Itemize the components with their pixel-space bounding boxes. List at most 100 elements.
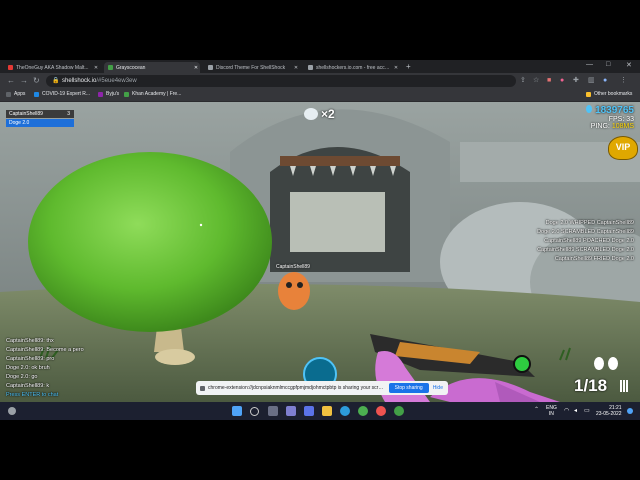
enemy-egg-player[interactable] xyxy=(278,272,310,310)
vip-badge[interactable]: VIP xyxy=(608,136,638,160)
chrome-icon[interactable] xyxy=(394,406,404,416)
killfeed-entry: CaptainShell89 SCRAMBLED Doge 2.0 xyxy=(537,247,634,253)
language-indicator[interactable]: ENG IN xyxy=(546,405,557,417)
grenade-icon xyxy=(594,357,604,370)
share-icon[interactable]: ⇪ xyxy=(520,76,526,86)
stop-sharing-button[interactable]: Stop sharing xyxy=(388,383,429,393)
profile-avatar[interactable]: ● xyxy=(603,76,607,86)
lang-bottom: IN xyxy=(548,411,554,417)
file-explorer-icon[interactable] xyxy=(322,406,332,416)
ping-label: PING: xyxy=(590,123,610,130)
egg-score: 1839765 xyxy=(595,105,634,116)
killfeed-entry: CaptainShell89 POACHED Doge 2.0 xyxy=(544,238,634,244)
youtube-favicon-icon xyxy=(8,65,13,70)
windows-start-icon[interactable] xyxy=(232,406,242,416)
chat-line: CaptainShell89: thx xyxy=(6,338,54,344)
tab-1[interactable]: Grayscocean ✕ xyxy=(104,62,200,73)
tab-strip: TheOneGuy AKA Shadow Malt... ✕ Grayscoce… xyxy=(0,60,640,73)
bookmark-label: Other bookmarks xyxy=(594,91,633,97)
screen-share-bar: chrome-extension://jdcnpsiaknmlmccgpfpmj… xyxy=(196,381,448,395)
bookmark-khan[interactable]: Khan Academy | Fre... xyxy=(124,91,181,97)
bookmark-label: Byju's xyxy=(106,91,120,97)
close-tab-icon[interactable]: ✕ xyxy=(92,65,100,71)
chat-prompt[interactable]: Press ENTER to chat xyxy=(6,392,58,398)
ammo-bullets-icon xyxy=(620,380,628,392)
chat-line: Doge 2.0: ok bruh xyxy=(6,365,50,371)
bookmark-byjus[interactable]: Byju's xyxy=(98,91,119,97)
tab-title: shellshockers.io.com - free accou... xyxy=(316,64,392,71)
close-window-button[interactable]: ✕ xyxy=(626,61,632,69)
close-tab-icon[interactable]: ✕ xyxy=(392,65,400,71)
browser-toolbar: ← → ↻ 🔒 shellshock.io/#5eue4ew3ew ⇪ ☆ ■ … xyxy=(0,73,640,89)
address-path: /#5eue4ew3ew xyxy=(96,78,137,84)
clock[interactable]: 21:21 23-05-2022 xyxy=(596,405,622,417)
killfeed-entry: Doge 2.0 SCRAMBLED CaptainShell89 xyxy=(537,229,634,235)
game-viewport[interactable]: CaptainShell89 3 Doge 2.0 ×2 1839765 FPS… xyxy=(0,102,640,402)
forward-arrow-icon[interactable]: → xyxy=(20,76,28,86)
grenade-counter xyxy=(594,357,618,370)
apps-grid-icon xyxy=(6,91,11,97)
ammo-count: 1/18 xyxy=(574,376,608,395)
egg-icon xyxy=(586,105,593,113)
task-view-icon[interactable] xyxy=(268,406,278,416)
killfeed-entry: CaptainShell89 FRIED Doge 2.0 xyxy=(554,256,634,262)
bookmark-label: Apps xyxy=(14,91,26,97)
menu-icon[interactable]: ⋮ xyxy=(620,76,627,86)
tab-2[interactable]: Discord Theme For ShellShock ✕ xyxy=(204,62,300,73)
minimize-button[interactable]: — xyxy=(586,61,593,68)
sharing-message: chrome-extension://jdcnpsiaknmlmccgpfpmj… xyxy=(208,385,385,391)
player-name: Doge 2.0 xyxy=(9,120,30,126)
chat-line: CaptainShell89: Become a pero xyxy=(6,347,84,353)
wifi-icon[interactable]: ◠ xyxy=(564,407,569,414)
chat-line: Doge 2.0: go xyxy=(6,374,38,380)
bookmark-favicon-icon xyxy=(34,91,39,97)
enemy-nametag: CaptainShell89 xyxy=(276,264,310,270)
address-bar[interactable]: 🔒 shellshock.io/#5eue4ew3ew xyxy=(46,75,516,87)
close-tab-icon[interactable]: ✕ xyxy=(292,65,300,71)
maximize-button[interactable]: □ xyxy=(606,61,610,68)
tab-title: Grayscocean xyxy=(116,64,146,71)
kill-streak: ×2 xyxy=(304,107,335,121)
bookmark-label: COVID-19 Expert R... xyxy=(42,91,91,97)
hide-button[interactable]: Hide xyxy=(433,385,443,391)
shellshock-favicon-icon xyxy=(108,65,113,70)
skull-icon xyxy=(304,108,318,120)
other-bookmarks[interactable]: Other bookmarks xyxy=(586,91,632,97)
widgets-icon[interactable] xyxy=(286,406,296,416)
chat-icon[interactable] xyxy=(304,406,314,416)
sidebar-icon[interactable]: ▥ xyxy=(588,76,595,86)
reload-icon[interactable]: ↻ xyxy=(33,76,40,86)
bookmark-apps[interactable]: Apps xyxy=(6,91,25,97)
tab-0[interactable]: TheOneGuy AKA Shadow Malt... ✕ xyxy=(4,62,100,73)
chevron-up-icon[interactable]: ⌃ xyxy=(534,406,539,413)
bookmark-favicon-icon xyxy=(124,91,129,97)
clock-date: 23-05-2022 xyxy=(596,411,622,417)
killfeed-entry: Doge 2.0 WHIPPED CaptainShell89 xyxy=(545,220,634,226)
drag-handle-icon[interactable] xyxy=(200,385,205,391)
extension-icon[interactable]: ■ xyxy=(547,76,551,86)
bookmark-covid[interactable]: COVID-19 Expert R... xyxy=(34,91,90,97)
team-row-0: CaptainShell89 3 xyxy=(6,110,74,118)
tab-title: Discord Theme For ShellShock xyxy=(216,64,286,71)
back-arrow-icon[interactable]: ← xyxy=(7,76,15,86)
weather-icon[interactable] xyxy=(8,407,16,415)
screen: TheOneGuy AKA Shadow Malt... ✕ Grayscoce… xyxy=(0,60,640,420)
extensions-puzzle-icon[interactable]: ✚ xyxy=(573,76,579,86)
notification-icon[interactable] xyxy=(627,408,633,414)
close-tab-icon[interactable]: ✕ xyxy=(192,65,200,71)
volume-icon[interactable]: ◂ xyxy=(574,407,577,414)
tab-3[interactable]: shellshockers.io.com - free accou... ✕ xyxy=(304,62,400,73)
extension-icon[interactable]: ● xyxy=(560,76,564,86)
windows-taskbar: ⌃ ENG IN ◠ ◂ ▭ 21:21 23-05-2022 xyxy=(0,402,640,420)
battery-icon[interactable]: ▭ xyxy=(584,407,590,414)
chrome-icon[interactable] xyxy=(376,406,386,416)
chrome-icon[interactable] xyxy=(358,406,368,416)
search-icon[interactable] xyxy=(250,407,259,416)
chat-line: CaptainShell89: k xyxy=(6,383,50,389)
new-tab-button[interactable]: + xyxy=(406,62,411,72)
fps-readout: FPS: 33 xyxy=(608,116,634,123)
edge-icon[interactable] xyxy=(340,406,350,416)
bookmark-star-icon[interactable]: ☆ xyxy=(533,76,539,86)
bookmark-label: Khan Academy | Fre... xyxy=(132,91,182,97)
bookmarks-bar: Apps COVID-19 Expert R... Byju's Khan Ac… xyxy=(0,89,640,102)
